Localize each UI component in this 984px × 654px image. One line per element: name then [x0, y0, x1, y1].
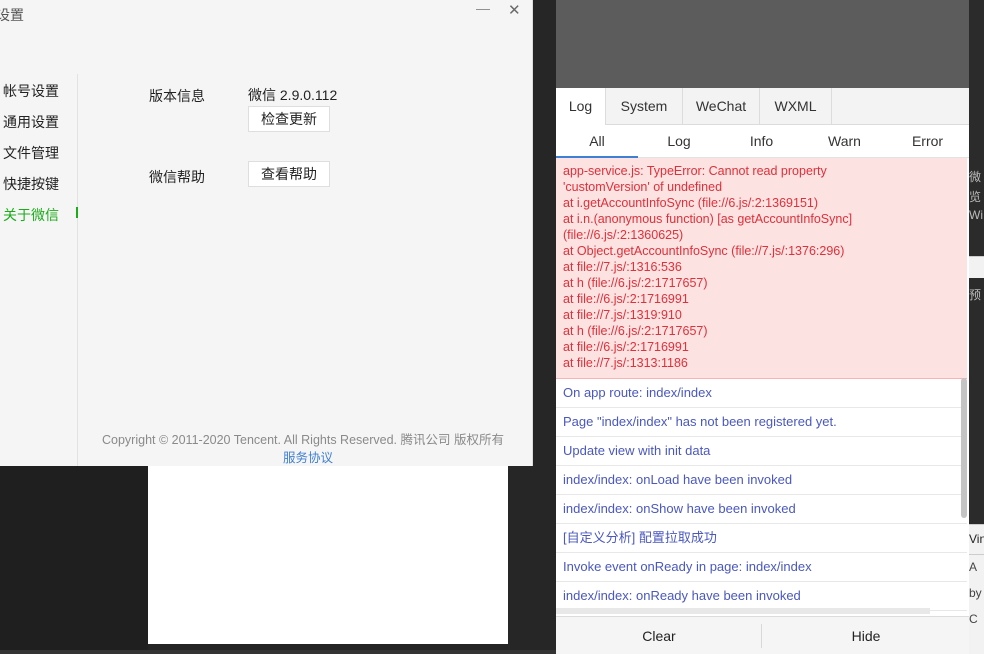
error-line: at file://6.js/:2:1716991	[563, 340, 689, 354]
log-entry: index/index: onLoad have been invoked	[556, 466, 967, 495]
partial-text: A	[969, 560, 978, 574]
clear-button[interactable]: Clear	[556, 617, 762, 654]
error-line: at file://7.js/:1313:1186	[563, 356, 688, 370]
version-value: 微信 2.9.0.112	[248, 87, 338, 103]
partial-text: 览	[969, 190, 982, 204]
filter-info[interactable]: Info	[720, 126, 803, 158]
log-entry: Page "index/index" has not been register…	[556, 408, 967, 437]
sidebar-item-account[interactable]: 帐号设置	[3, 81, 59, 101]
sidebar-item-about[interactable]: 关于微信	[3, 205, 59, 225]
log-entry: index/index: onReady have been invoked	[556, 582, 967, 611]
tab-wechat[interactable]: WeChat	[683, 88, 760, 125]
sidebar-item-files[interactable]: 文件管理	[3, 143, 59, 163]
tab-wxml[interactable]: WXML	[760, 88, 832, 125]
error-line: at i.getAccountInfoSync (file://6.js/:2:…	[563, 196, 819, 210]
view-help-button[interactable]: 查看帮助	[248, 161, 330, 187]
background-white-panel	[148, 466, 508, 644]
copyright-text: Copyright © 2011-2020 Tencent. All Right…	[102, 433, 504, 447]
filter-warn[interactable]: Warn	[803, 126, 886, 158]
debug-console: Log System WeChat WXML All Log Info Warn…	[556, 88, 969, 654]
filter-error[interactable]: Error	[886, 126, 969, 158]
partial-text: by	[969, 586, 982, 600]
help-label: 微信帮助	[149, 169, 205, 185]
close-icon[interactable]: ✕	[508, 1, 521, 19]
log-entry: On app route: index/index	[556, 379, 967, 408]
window-title: 设置	[0, 7, 24, 23]
console-footer: Clear Hide	[556, 616, 969, 654]
error-line: at file://6.js/:2:1716991	[563, 292, 689, 306]
error-line: (file://6.js/:2:1360625)	[563, 228, 684, 242]
log-filter-tabs: All Log Info Warn Error	[556, 126, 969, 158]
log-entry: Invoke event onReady in page: index/inde…	[556, 553, 967, 582]
error-line: at file://7.js/:1316:536	[563, 260, 682, 274]
version-label: 版本信息	[149, 88, 205, 104]
error-message: app-service.js: TypeError: Cannot read p…	[556, 158, 967, 379]
partial-window-right: 微 览 Wi 预 Vin A by C	[969, 0, 984, 654]
tab-system[interactable]: System	[606, 88, 683, 125]
hide-button[interactable]: Hide	[763, 617, 969, 654]
error-line: at h (file://6.js/:2:1717657)	[563, 276, 708, 290]
taskbar-edge	[0, 650, 556, 654]
error-line: at Object.getAccountInfoSync (file://7.j…	[563, 244, 845, 258]
divider	[761, 624, 762, 648]
check-update-button[interactable]: 检查更新	[248, 106, 330, 132]
error-line: 'customVersion' of undefined	[563, 180, 723, 194]
background-dark	[0, 466, 148, 654]
partial-text: 微	[969, 170, 982, 184]
sidebar-item-shortcuts[interactable]: 快捷按键	[3, 174, 59, 194]
log-entry: index/index: onShow have been invoked	[556, 495, 967, 524]
partial-text: C	[969, 612, 978, 626]
partial-text: 预	[969, 288, 982, 302]
settings-window: 设置 — ✕ 帐号设置 通用设置 文件管理 快捷按键 关于微信 版本信息 微信 …	[0, 0, 533, 466]
tab-log[interactable]: Log	[556, 88, 606, 125]
partial-panel	[969, 256, 984, 278]
service-agreement-link[interactable]: 服务协议	[283, 447, 333, 466]
horizontal-scrollbar[interactable]	[556, 608, 930, 614]
log-entry: Update view with init data	[556, 437, 967, 466]
vertical-scrollbar[interactable]	[961, 378, 967, 518]
error-line: at file://7.js/:1319:910	[563, 308, 682, 322]
partial-text: Wi	[969, 208, 983, 222]
active-indicator	[76, 207, 78, 218]
console-tabs: Log System WeChat WXML	[556, 88, 969, 125]
filter-all[interactable]: All	[556, 126, 638, 158]
error-line: at h (file://6.js/:2:1717657)	[563, 324, 708, 338]
partial-text: Vin	[969, 532, 984, 546]
log-entry: [自定义分析] 配置拉取成功	[556, 524, 967, 553]
console-header-area	[556, 0, 969, 88]
sidebar-item-general[interactable]: 通用设置	[3, 112, 59, 132]
error-line: at i.n.(anonymous function) [as getAccou…	[563, 212, 853, 226]
minimize-icon[interactable]: —	[476, 0, 490, 16]
error-line: app-service.js: TypeError: Cannot read p…	[563, 164, 827, 178]
settings-sidebar: 帐号设置 通用设置 文件管理 快捷按键 关于微信	[0, 74, 78, 466]
filter-log[interactable]: Log	[638, 126, 720, 158]
